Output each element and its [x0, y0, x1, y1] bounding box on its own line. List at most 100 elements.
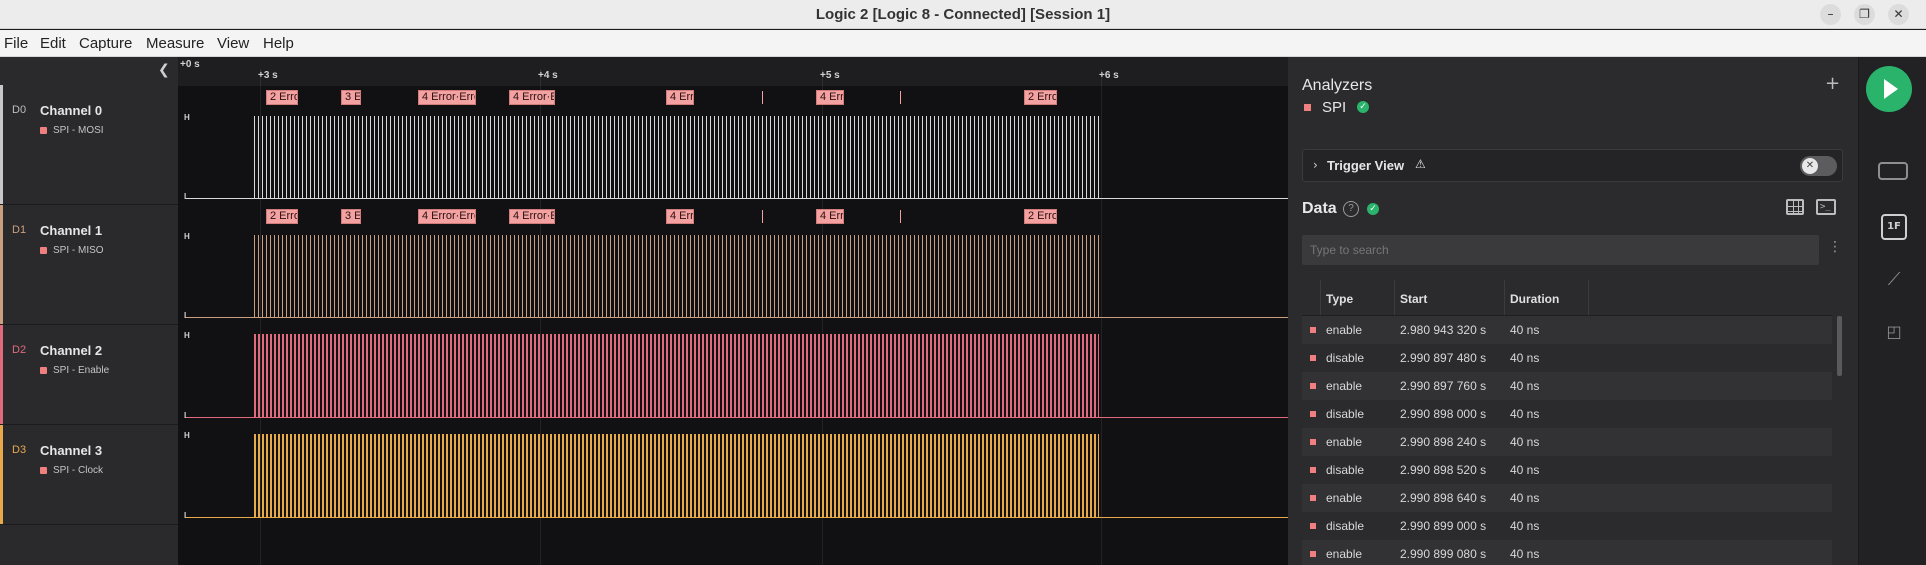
- plus-icon[interactable]: +: [1825, 73, 1840, 94]
- warning-icon: ⚠: [1415, 157, 1426, 171]
- close-icon[interactable]: ✕: [1888, 4, 1909, 25]
- row-start: 2.990 898 240 s: [1400, 435, 1487, 449]
- restore-icon[interactable]: ❐: [1854, 4, 1875, 25]
- table-row[interactable]: enable 2.990 897 760 s 40 ns: [1302, 372, 1832, 400]
- row-color-icon: [1310, 495, 1316, 501]
- menu-measure[interactable]: Measure: [146, 35, 204, 52]
- help-circle-icon[interactable]: ?: [1343, 201, 1359, 217]
- column-header-duration[interactable]: Duration: [1510, 292, 1559, 306]
- data-title: Data: [1302, 200, 1337, 217]
- chevron-right-icon[interactable]: ›: [1313, 158, 1318, 172]
- channel-0-row[interactable]: D0 Channel 0 SPI - MOSI: [0, 85, 178, 205]
- frame-label[interactable]: 2 Erro: [1024, 209, 1057, 224]
- frame-label[interactable]: 4 Err: [666, 209, 694, 224]
- tool-rail: 1F ⟋ ◰: [1858, 57, 1926, 565]
- frame-marker: [900, 210, 901, 223]
- channel-id: D3: [12, 444, 27, 456]
- table-row[interactable]: enable 2.990 898 640 s 40 ns: [1302, 484, 1832, 512]
- row-type: enable: [1326, 323, 1363, 337]
- trigger-view-label: Trigger View: [1327, 158, 1405, 173]
- menu-edit[interactable]: Edit: [40, 35, 66, 52]
- table-row[interactable]: disable 2.990 897 480 s 40 ns: [1302, 344, 1832, 372]
- row-duration: 40 ns: [1510, 491, 1540, 505]
- channel-id: D1: [12, 224, 27, 236]
- level-high-label: H: [184, 232, 190, 241]
- frame-label[interactable]: 2 Erro: [266, 90, 298, 105]
- play-icon[interactable]: [1866, 66, 1912, 112]
- frame-label[interactable]: 4 Error·Erro: [418, 90, 476, 105]
- row-duration: 40 ns: [1510, 519, 1540, 533]
- lane-channel-0: 2 Erro 3 E 4 Error·Erro 4 Error·E 4 Err …: [178, 86, 1288, 205]
- more-vertical-icon[interactable]: ⋮: [1828, 239, 1842, 255]
- terminal-icon[interactable]: >_: [1816, 199, 1836, 215]
- device-icon[interactable]: [1878, 162, 1908, 180]
- channel-color-bar: [0, 205, 3, 324]
- column-header-type[interactable]: Type: [1326, 292, 1353, 306]
- time-ruler[interactable]: +0 s +3 s +4 s +5 s +6 s: [178, 57, 1288, 86]
- search-input[interactable]: [1302, 235, 1819, 265]
- channel-analyzer-label: SPI - MOSI: [53, 125, 104, 136]
- analyzer-dot-icon: [40, 367, 47, 374]
- table-row[interactable]: enable 2.980 943 320 s 40 ns: [1302, 316, 1832, 344]
- row-duration: 40 ns: [1510, 435, 1540, 449]
- frame-label[interactable]: 4 Error·Erro: [418, 209, 476, 224]
- extensions-icon[interactable]: ◰: [1881, 319, 1907, 345]
- row-start: 2.980 943 320 s: [1400, 323, 1487, 337]
- table-scrollbar[interactable]: [1837, 316, 1842, 376]
- column-header-start[interactable]: Start: [1400, 292, 1427, 306]
- column-divider: [1504, 280, 1505, 315]
- table-row[interactable]: disable 2.990 898 000 s 40 ns: [1302, 400, 1832, 428]
- frame-label[interactable]: 4 Err: [816, 90, 844, 105]
- collapse-chevron-icon[interactable]: ❮: [158, 61, 170, 78]
- trigger-view-section[interactable]: › Trigger View ⚠ ✕: [1302, 149, 1843, 182]
- row-type: disable: [1326, 463, 1365, 477]
- trigger-view-toggle[interactable]: ✕: [1800, 156, 1837, 176]
- row-color-icon: [1310, 467, 1316, 473]
- frame-label[interactable]: 3 E: [341, 209, 361, 224]
- table-row[interactable]: enable 2.990 899 080 s 40 ns: [1302, 540, 1832, 565]
- minimize-icon[interactable]: –: [1820, 4, 1841, 25]
- signal-baseline: [186, 198, 1288, 199]
- analyzer-dot-icon: [40, 247, 47, 254]
- frame-label[interactable]: 4 Err: [816, 209, 844, 224]
- frame-label[interactable]: 4 Err: [666, 90, 694, 105]
- frame-label[interactable]: 4 Error·E: [509, 209, 555, 224]
- channel-name[interactable]: Channel 2: [40, 343, 102, 358]
- waveform-view[interactable]: +0 s +3 s +4 s +5 s +6 s 2 Erro 3 E 4 Er…: [178, 57, 1288, 565]
- table-icon[interactable]: [1786, 199, 1804, 215]
- analyzers-panel: Analyzers + SPI ✓ › Trigger View ⚠ ✕ Dat…: [1288, 57, 1858, 565]
- menu-help[interactable]: Help: [263, 35, 294, 52]
- frame-label[interactable]: 3 E: [341, 90, 361, 105]
- analyzers-1f-icon[interactable]: 1F: [1881, 214, 1907, 240]
- frame-label[interactable]: 2 Erro: [1024, 90, 1057, 105]
- measure-ruler-icon[interactable]: ⟋: [1881, 267, 1907, 293]
- channel-analyzer-label: SPI - Clock: [53, 465, 104, 476]
- analyzer-dot-icon: [40, 127, 47, 134]
- menu-capture[interactable]: Capture: [79, 35, 132, 52]
- channel-name[interactable]: Channel 1: [40, 223, 102, 238]
- channel-1-row[interactable]: D1 Channel 1 SPI - MISO: [0, 205, 178, 325]
- channel-3-row[interactable]: D3 Channel 3 SPI - Clock: [0, 425, 178, 525]
- row-start: 2.990 897 480 s: [1400, 351, 1487, 365]
- row-duration: 40 ns: [1510, 547, 1540, 561]
- menu-file[interactable]: File: [4, 35, 28, 52]
- pulse-train-channel-1: [254, 235, 1099, 317]
- channel-analyzer-label: SPI - Enable: [53, 365, 110, 376]
- level-low-label: L: [184, 192, 189, 201]
- channel-name[interactable]: Channel 0: [40, 103, 102, 118]
- channel-2-row[interactable]: D2 Channel 2 SPI - Enable: [0, 325, 178, 425]
- frame-label[interactable]: 4 Error·E: [509, 90, 555, 105]
- row-color-icon: [1310, 327, 1316, 333]
- level-low-label: L: [184, 511, 189, 520]
- frame-label[interactable]: 2 Erro: [266, 209, 298, 224]
- lane-channel-3: H L: [178, 425, 1288, 525]
- table-row[interactable]: enable 2.990 898 240 s 40 ns: [1302, 428, 1832, 456]
- menu-view[interactable]: View: [217, 35, 249, 52]
- channel-name[interactable]: Channel 3: [40, 443, 102, 458]
- table-row[interactable]: disable 2.990 898 520 s 40 ns: [1302, 456, 1832, 484]
- play-triangle: [1884, 79, 1898, 99]
- row-color-icon: [1310, 411, 1316, 417]
- table-row[interactable]: disable 2.990 899 000 s 40 ns: [1302, 512, 1832, 540]
- menu-bar: File Edit Capture Measure View Help: [0, 30, 1926, 57]
- signal-baseline: [186, 517, 1288, 518]
